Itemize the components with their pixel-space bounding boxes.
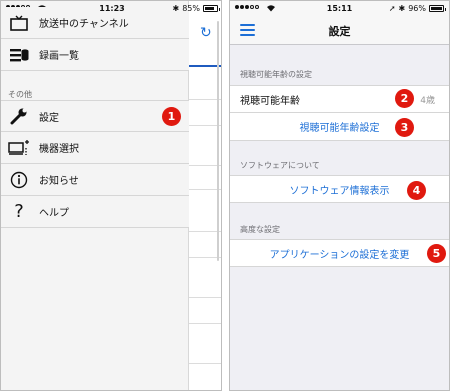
left-phone-screen: 放送中のチャンネル 録画一覧 その他 設定 機器選択 お知らせ ? ヘルプ 1 … bbox=[0, 0, 222, 391]
age-limit-row: 視聴可能年齢 4歳 bbox=[230, 85, 449, 113]
question-mark-icon: ? bbox=[14, 200, 24, 222]
menu-item-label: お知らせ bbox=[39, 176, 79, 187]
callout-badge-5: 5 bbox=[427, 244, 446, 263]
main-content-peek: 11:23 ✱ 85% ↻ bbox=[99, 1, 221, 390]
age-limit-setting-label: 視聴可能年齢設定 bbox=[299, 123, 380, 134]
callout-badge-2: 2 bbox=[395, 89, 414, 108]
status-bar: 15:11 ➚ ✱ 96% bbox=[230, 1, 449, 17]
menu-item-label: ヘルプ bbox=[39, 208, 69, 219]
nav-bar: 設定 bbox=[230, 17, 449, 45]
bluetooth-icon: ✱ bbox=[398, 4, 406, 13]
battery-percent: 96% bbox=[408, 4, 426, 13]
menu-item-label: 録画一覧 bbox=[39, 51, 79, 62]
menu-item-settings[interactable]: 設定 bbox=[1, 100, 189, 132]
side-drawer: 放送中のチャンネル 録画一覧 その他 設定 機器選択 お知らせ ? ヘルプ 1 bbox=[1, 1, 189, 390]
group-header-software: ソフトウェアについて bbox=[240, 161, 320, 170]
battery-percent: 85% bbox=[182, 4, 200, 13]
list-divider bbox=[189, 323, 221, 324]
battery-icon bbox=[203, 5, 220, 12]
callout-badge-3: 3 bbox=[395, 118, 414, 137]
callout-badge-1: 1 bbox=[162, 107, 181, 126]
wrench-icon bbox=[8, 107, 30, 125]
scrollbar[interactable] bbox=[217, 21, 219, 261]
change-app-settings-label: アプリケーションの設定を変更 bbox=[269, 249, 410, 261]
age-limit-label: 視聴可能年齢 bbox=[240, 95, 300, 107]
battery-icon bbox=[429, 5, 446, 12]
status-right-group: ➚ ✱ 96% bbox=[388, 4, 446, 13]
menu-item-label: 機器選択 bbox=[39, 144, 79, 155]
info-icon bbox=[8, 171, 30, 189]
menu-item-notices[interactable]: お知らせ bbox=[1, 164, 189, 196]
refresh-icon[interactable]: ↻ bbox=[200, 25, 212, 41]
software-info-label: ソフトウェア情報表示 bbox=[289, 185, 390, 197]
status-right-group: ✱ 85% bbox=[172, 4, 220, 13]
bluetooth-icon: ✱ bbox=[172, 4, 180, 13]
device-select-icon bbox=[8, 139, 30, 156]
group-header-age: 視聴可能年齢の設定 bbox=[240, 70, 312, 79]
menu-item-label: 放送中のチャンネル bbox=[39, 19, 129, 30]
list-divider bbox=[189, 363, 221, 364]
location-arrow-icon: ➚ bbox=[388, 4, 396, 13]
callout-badge-4: 4 bbox=[407, 181, 426, 200]
recording-list-icon bbox=[8, 47, 30, 63]
right-phone-screen: 15:11 ➚ ✱ 96% 設定 視聴可能年齢の設定 視聴可能年齢 4歳 視聴可… bbox=[229, 0, 450, 391]
status-bar-right: 11:23 ✱ 85% bbox=[1, 1, 221, 17]
group-header-advanced: 高度な設定 bbox=[240, 225, 280, 234]
menu-item-recordings[interactable]: 録画一覧 bbox=[1, 39, 189, 71]
menu-item-device-select[interactable]: 機器選択 bbox=[1, 132, 189, 164]
age-limit-value: 4歳 bbox=[420, 95, 435, 106]
age-limit-setting-button[interactable]: 視聴可能年齢設定 bbox=[230, 113, 449, 141]
list-divider bbox=[189, 297, 221, 298]
section-label-other: その他 bbox=[8, 90, 32, 99]
page-title: 設定 bbox=[328, 25, 351, 38]
change-app-settings-button[interactable]: アプリケーションの設定を変更 bbox=[230, 239, 449, 267]
menu-item-help[interactable]: ? ヘルプ bbox=[1, 196, 189, 228]
menu-item-label: 設定 bbox=[39, 112, 59, 124]
